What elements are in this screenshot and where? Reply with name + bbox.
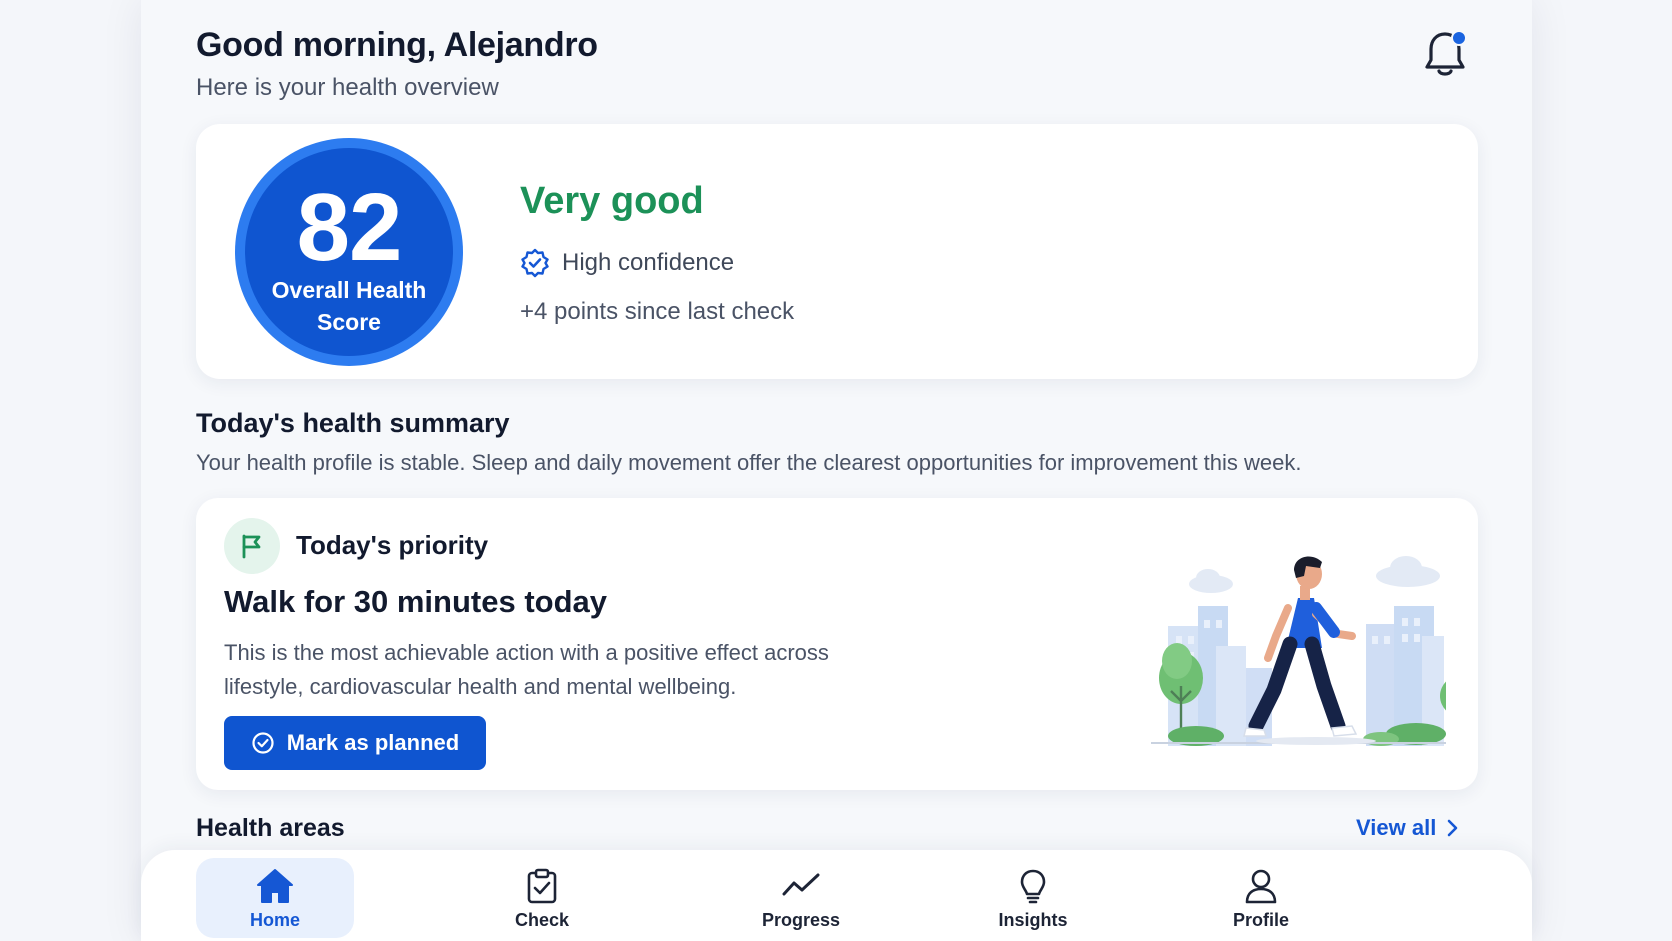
trend-line-icon	[782, 873, 820, 896]
priority-icon-badge	[224, 518, 280, 574]
clipboard-check-icon	[527, 868, 557, 904]
health-score-value: 82	[296, 174, 403, 281]
user-icon	[1245, 869, 1277, 904]
mark-as-planned-button[interactable]: Mark as planned	[224, 716, 486, 770]
nav-item-insights[interactable]: Insights	[963, 858, 1103, 938]
nav-label-insights: Insights	[998, 910, 1068, 930]
health-score-label: Overall Health Score	[271, 277, 427, 335]
walking-person-illustration	[1151, 556, 1446, 746]
shield-check-icon	[521, 248, 549, 278]
priority-title: Walk for 30 minutes today	[224, 584, 607, 619]
home-icon	[257, 869, 293, 903]
app-screen: Good morning, Alejandro Here is your hea…	[141, 0, 1532, 941]
nav-item-progress[interactable]: Progress	[726, 858, 876, 938]
greeting-title: Good morning, Alejandro	[196, 26, 598, 64]
view-all-label: View all	[1356, 815, 1437, 840]
chevron-right-icon	[1448, 819, 1458, 837]
nav-item-check[interactable]: Check	[477, 858, 607, 938]
summary-text: Your health profile is stable. Sleep and…	[196, 450, 1302, 475]
notification-dot	[1451, 30, 1467, 46]
score-delta: +4 points since last check	[520, 298, 795, 325]
nav-item-profile[interactable]: Profile	[1191, 858, 1331, 938]
summary-title: Today's health summary	[196, 408, 510, 438]
mark-as-planned-label: Mark as planned	[286, 730, 460, 755]
greeting-subtitle: Here is your health overview	[196, 74, 499, 101]
health-score-card: 82 Overall Health Score Very good High c…	[196, 124, 1478, 379]
lightbulb-icon	[1020, 869, 1046, 904]
health-areas-title: Health areas	[196, 814, 345, 842]
score-rating: Very good	[520, 180, 704, 222]
view-all-link[interactable]: View all	[1356, 815, 1460, 841]
bottom-navigation: Home Check Progress Insights Profile	[141, 850, 1532, 941]
nav-item-home[interactable]: Home	[196, 858, 354, 938]
nav-label-check: Check	[514, 910, 570, 930]
nav-label-profile: Profile	[1232, 910, 1289, 930]
priority-card: Today's priority Walk for 30 minutes tod…	[196, 498, 1478, 790]
nav-label-progress: Progress	[761, 910, 841, 930]
priority-description: This is the most achievable action with …	[224, 640, 829, 699]
check-circle-icon	[252, 732, 274, 754]
nav-label-home: Home	[249, 910, 300, 930]
priority-label: Today's priority	[296, 530, 489, 560]
confidence-label: High confidence	[562, 249, 735, 276]
confidence-indicator: High confidence	[520, 248, 734, 278]
flag-icon	[242, 534, 261, 559]
